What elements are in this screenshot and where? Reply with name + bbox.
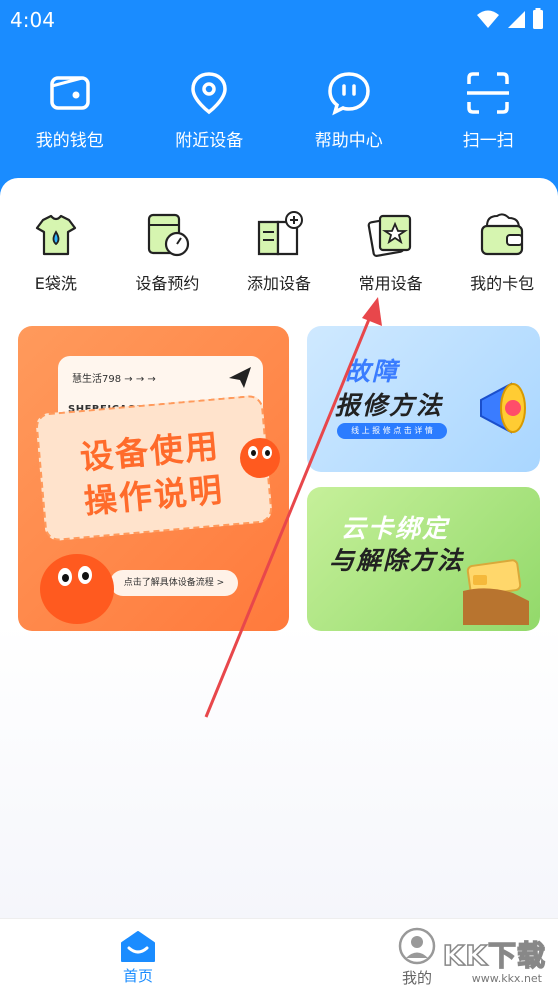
signal-icon xyxy=(508,11,525,28)
paper-plane-icon xyxy=(229,367,251,388)
appointment-gauge-icon xyxy=(148,213,190,257)
top-nav-wallet[interactable]: 我的钱包 xyxy=(0,70,140,151)
banner-repair-pill[interactable]: 线 上 报 修 点 击 详 情 xyxy=(337,423,447,439)
service-add-device[interactable]: 添加设备 xyxy=(223,210,335,294)
banner-repair-title-2: 报修方法 xyxy=(335,391,444,420)
star-card-icon xyxy=(367,214,411,257)
service-grid: E袋洗 设备预约 添加设备 常用设备 我的卡包 xyxy=(0,210,558,294)
scan-icon xyxy=(467,72,510,114)
banner-repair-method[interactable]: 故障 报修方法 线 上 报 修 点 击 详 情 xyxy=(307,326,540,472)
service-card-wallet[interactable]: 我的卡包 xyxy=(446,210,558,294)
location-pin-icon xyxy=(191,72,228,115)
service-label: 添加设备 xyxy=(246,274,311,293)
add-book-icon xyxy=(257,211,303,256)
chat-bubble-icon xyxy=(327,72,370,116)
banner-detail-pill[interactable]: 点击了解具体设备流程 > xyxy=(110,570,238,596)
top-nav: 我的钱包 附近设备 帮助中心 扫一扫 xyxy=(0,70,558,151)
top-nav-label: 帮助中心 xyxy=(314,131,383,151)
status-bar: 4:04 xyxy=(0,0,558,40)
service-appointment[interactable]: 设备预约 xyxy=(112,210,224,294)
tab-label: 首页 xyxy=(122,967,153,985)
service-label: 我的卡包 xyxy=(470,274,535,293)
card-in-hand-icon xyxy=(463,559,529,625)
banner-bind-title-1: 云卡绑定 xyxy=(341,514,450,543)
wifi-icon xyxy=(477,10,499,28)
banner-title: 设备使用 操作说明 xyxy=(78,426,226,521)
megaphone-icon xyxy=(480,382,526,434)
top-nav-label: 附近设备 xyxy=(175,131,244,151)
service-e-laundry[interactable]: E袋洗 xyxy=(0,210,112,294)
status-time: 4:04 xyxy=(10,8,55,32)
top-nav-label: 我的钱包 xyxy=(35,131,104,151)
orange-mascot-small xyxy=(240,438,280,478)
watermark-logo: KK下载 www.kkx.net xyxy=(402,928,552,988)
banner-cloud-card[interactable]: 云卡绑定 与解除方法 xyxy=(307,487,540,631)
tab-home[interactable]: 首页 xyxy=(118,929,158,986)
service-common-devices[interactable]: 常用设备 xyxy=(335,210,447,294)
banner-repair-title-1: 故障 xyxy=(345,357,400,386)
orange-mascot-large xyxy=(40,554,114,624)
wallet-icon xyxy=(50,76,90,110)
top-nav-scan[interactable]: 扫一扫 xyxy=(419,70,558,151)
card-wallet-icon xyxy=(481,213,524,256)
top-nav-help[interactable]: 帮助中心 xyxy=(279,70,419,151)
top-nav-label: 扫一扫 xyxy=(462,131,514,151)
watermark-url: www.kkx.net xyxy=(471,972,542,985)
watermark-text: KK下载 xyxy=(442,938,546,973)
shirt-laundry-icon xyxy=(35,214,76,256)
banner-bind-title-2: 与解除方法 xyxy=(329,546,465,575)
service-label: 设备预约 xyxy=(135,274,200,293)
top-nav-nearby[interactable]: 附近设备 xyxy=(140,70,280,151)
battery-icon xyxy=(533,8,543,29)
service-label: 常用设备 xyxy=(358,274,423,293)
banner-usage-guide[interactable]: 慧生活798 → → → SHEBEICAOZUOSHUOMING 设备使用 操… xyxy=(18,326,289,631)
service-label: E袋洗 xyxy=(34,274,77,293)
home-icon xyxy=(121,931,155,962)
banner-top-text: 慧生活798 → → → xyxy=(72,374,156,385)
